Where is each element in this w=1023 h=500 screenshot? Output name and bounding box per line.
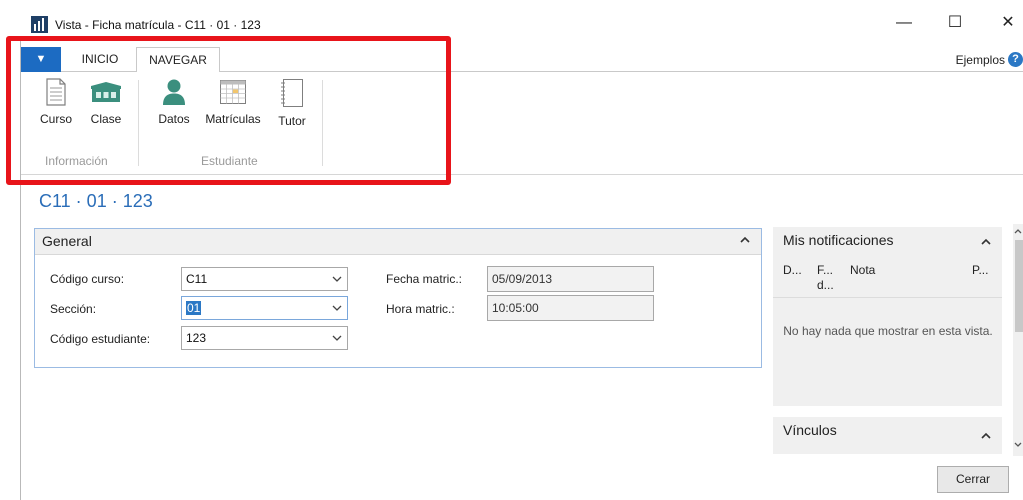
seccion-value: 01 (186, 301, 202, 315)
notebook-icon (281, 79, 303, 107)
datos-label: Datos (158, 112, 190, 126)
clase-button[interactable]: Clase (84, 78, 128, 126)
codigo-curso-value: C11 (186, 272, 208, 286)
notifications-factbox: Mis notificaciones D... F... d... Nota P… (773, 227, 1002, 406)
chevron-down-icon (332, 276, 342, 282)
collapse-chevron-icon[interactable] (740, 235, 750, 247)
curso-button[interactable]: Curso (35, 78, 77, 126)
tutor-label: Tutor (278, 114, 306, 128)
page-title: C11 · 01 · 123 (39, 191, 153, 211)
general-panel-title: General (42, 233, 92, 249)
window-title: Vista - Ficha matrícula - C11 · 01 · 123 (55, 18, 261, 32)
person-icon (163, 79, 185, 105)
ribbon-tabs: ▼ INICIO NAVEGAR Ejemplos ? (21, 47, 1023, 73)
fecha-matric-label: Fecha matric.: (386, 272, 463, 286)
scroll-up-icon[interactable] (1013, 226, 1023, 236)
hora-matric-label: Hora matric.: (386, 302, 455, 316)
matriculas-label: Matrículas (205, 112, 261, 126)
general-panel: General Código curso: C11 Sección: 01 Có… (34, 228, 762, 368)
scroll-down-icon[interactable] (1013, 440, 1023, 450)
app-chart-icon (31, 16, 48, 33)
collapse-chevron-icon[interactable] (981, 237, 991, 249)
file-menu-button[interactable]: ▼ (21, 47, 61, 72)
tutor-button[interactable]: Tutor (272, 78, 312, 128)
group-separator (138, 80, 139, 166)
close-window-button[interactable]: ✕ (993, 10, 1023, 36)
scrollbar-thumb[interactable] (1015, 240, 1023, 332)
minimize-button[interactable]: — (889, 10, 919, 36)
group-label-informacion: Información (45, 154, 108, 168)
group-separator (322, 80, 323, 166)
tab-navegar[interactable]: NAVEGAR (136, 47, 220, 73)
cerrar-button[interactable]: Cerrar (937, 466, 1009, 493)
empty-message: No hay nada que mostrar en esta vista. (783, 324, 993, 338)
hora-matric-value: 10:05:00 (492, 301, 539, 315)
notifications-title: Mis notificaciones (783, 232, 894, 248)
ribbon-navegar: Curso Clase Información Datos Matrículas… (21, 72, 1023, 175)
title-bar: Vista - Ficha matrícula - C11 · 01 · 123… (0, 0, 1023, 40)
hora-matric-field: 10:05:00 (487, 295, 654, 321)
chevron-down-icon (332, 335, 342, 341)
clase-label: Clase (90, 112, 122, 126)
codigo-curso-select[interactable]: C11 (181, 267, 348, 291)
links-factbox: Vínculos (773, 417, 1002, 454)
codigo-estudiante-select[interactable]: 123 (181, 326, 348, 350)
curso-label: Curso (39, 112, 72, 126)
links-title: Vínculos (783, 422, 837, 438)
codigo-estudiante-label: Código estudiante: (50, 332, 151, 346)
column-header-fd[interactable]: F... d... (817, 263, 834, 293)
general-panel-header[interactable]: General (35, 229, 761, 255)
classroom-icon (91, 82, 121, 102)
matriculas-button[interactable]: Matrículas (200, 78, 266, 126)
calendar-grid-icon (220, 80, 246, 104)
column-header-d[interactable]: D... (783, 263, 802, 278)
divider (773, 297, 1002, 298)
datos-button[interactable]: Datos (154, 78, 194, 126)
column-header-p[interactable]: P... (972, 263, 988, 278)
seccion-label: Sección: (50, 302, 97, 316)
group-label-estudiante: Estudiante (201, 154, 258, 168)
seccion-select[interactable]: 01 (181, 296, 348, 320)
fecha-matric-value: 05/09/2013 (492, 272, 553, 286)
document-icon (46, 78, 66, 106)
chevron-down-icon (332, 305, 342, 311)
codigo-estudiante-value: 123 (186, 331, 207, 345)
help-icon[interactable]: ? (1008, 52, 1023, 67)
column-header-nota[interactable]: Nota (850, 263, 875, 278)
maximize-button[interactable]: ☐ (940, 10, 970, 36)
examples-link[interactable]: Ejemplos (956, 53, 1005, 67)
tab-inicio[interactable]: INICIO (69, 47, 131, 72)
fecha-matric-field: 05/09/2013 (487, 266, 654, 292)
collapse-chevron-icon[interactable] (981, 431, 991, 443)
codigo-curso-label: Código curso: (50, 272, 125, 286)
